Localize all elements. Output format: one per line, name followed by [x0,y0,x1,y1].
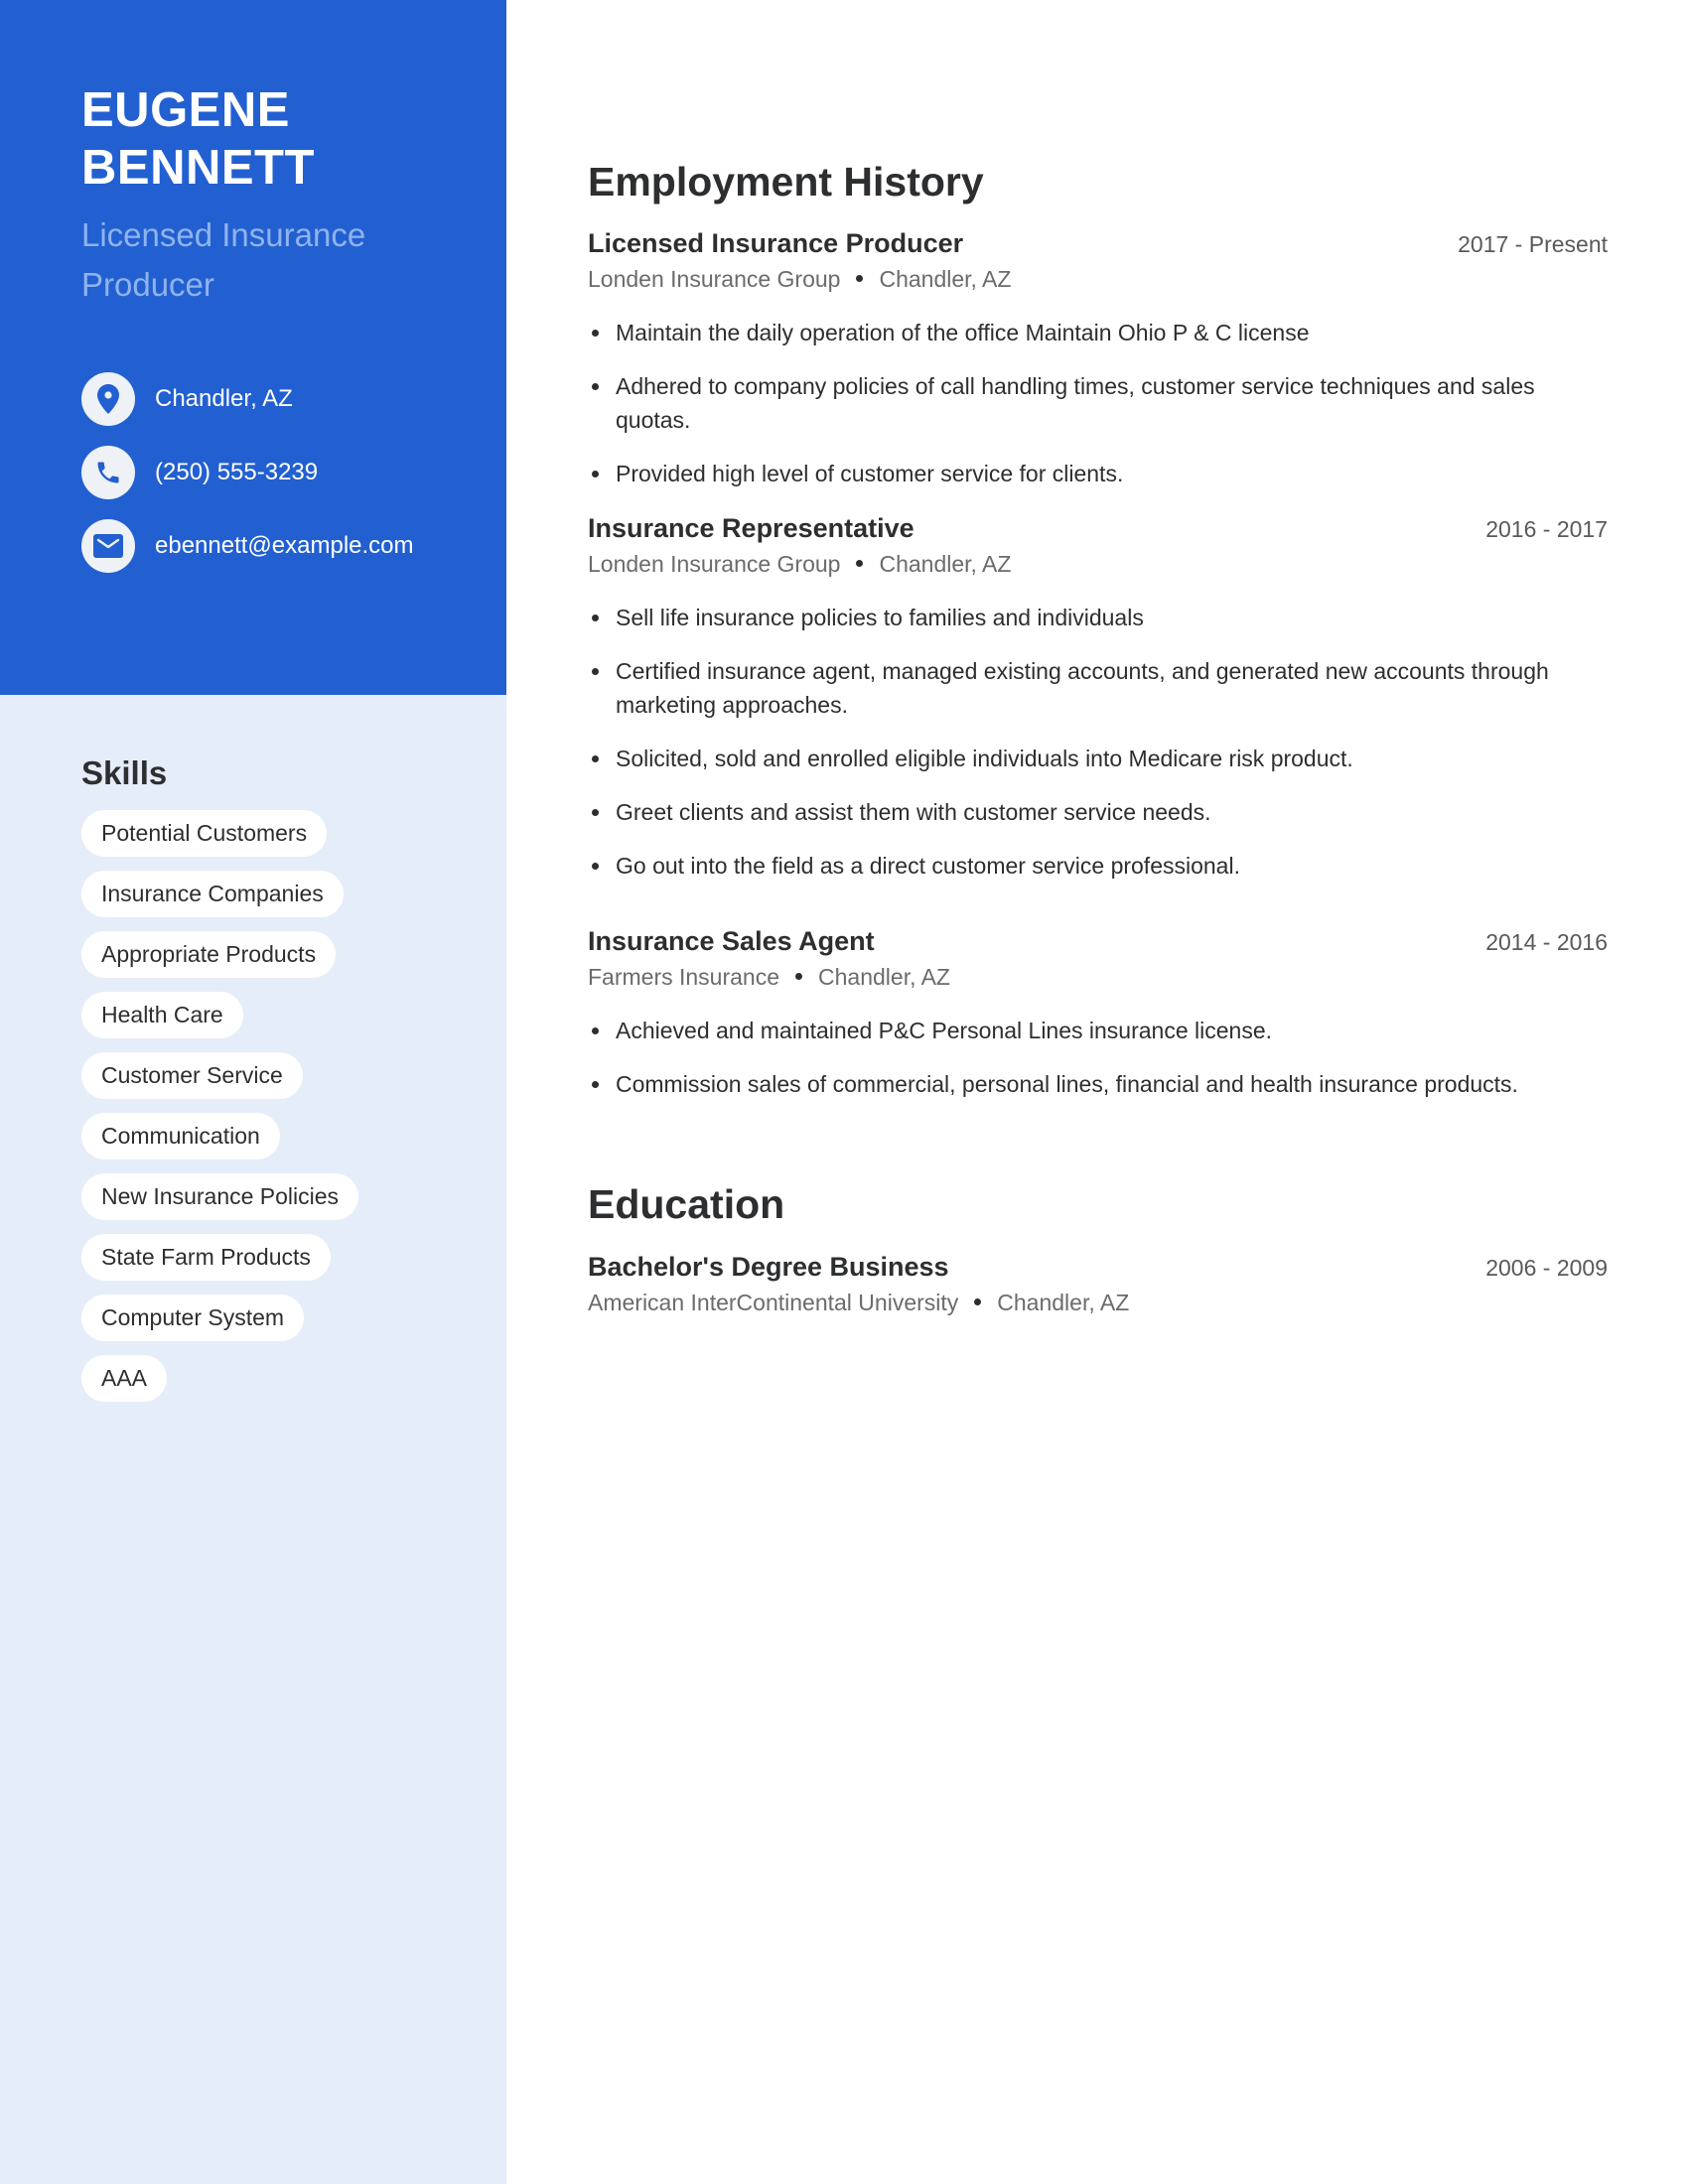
skill-pill: State Farm Products [81,1234,331,1281]
bullet-item: Certified insurance agent, managed exist… [588,654,1599,722]
bullet-item: Commission sales of commercial, personal… [588,1067,1599,1101]
job-company-line: Londen Insurance Group Chandler, AZ [588,551,1608,589]
separator-dot [856,560,864,568]
job-company: Farmers Insurance [588,964,780,990]
job-entry: Licensed Insurance Producer 2017 - Prese… [588,228,1608,510]
name-line-2: BENNETT [81,141,315,195]
bullet-item: Go out into the field as a direct custom… [588,849,1599,883]
job-company: Londen Insurance Group [588,551,841,577]
skill-pill: AAA [81,1355,168,1402]
education-school-line: American InterContinental University Chan… [588,1290,1608,1327]
name-line-1: EUGENE [81,83,290,137]
education-entry: Bachelor's Degree Business 2006 - 2009 A… [588,1252,1608,1327]
contact-phone: (250) 555-3239 [81,446,318,499]
skill-pill: Appropriate Products [81,931,337,978]
bullet-item: Achieved and maintained P&C Personal Lin… [588,1014,1599,1047]
school-location: Chandler, AZ [997,1290,1130,1315]
skills-list: Potential Customers Insurance Companies … [81,810,359,1416]
phone-icon [81,446,135,499]
job-location: Chandler, AZ [879,266,1012,292]
job-bullets: Maintain the daily operation of the offi… [588,316,1608,490]
job-title: Insurance Sales Agent [588,926,875,956]
job-company-line: Londen Insurance Group Chandler, AZ [588,266,1608,304]
location-text: Chandler, AZ [155,385,293,412]
job-entry: Insurance Representative 2016 - 2017 Lon… [588,513,1608,902]
employment-heading: Employment History [588,159,984,205]
job-dates: 2014 - 2016 [1485,929,1608,955]
school-name: American InterContinental University [588,1290,959,1315]
job-bullets: Sell life insurance policies to families… [588,601,1608,883]
job-bullets: Achieved and maintained P&C Personal Lin… [588,1014,1608,1101]
candidate-name: EUGENE BENNETT [81,81,479,197]
bullet-item: Solicited, sold and enrolled eligible in… [588,742,1599,775]
degree-title: Bachelor's Degree Business [588,1252,949,1282]
contact-location: Chandler, AZ [81,372,293,426]
job-title: Licensed Insurance Producer [588,228,964,258]
skill-pill: Computer System [81,1295,305,1341]
bullet-item: Adhered to company policies of call hand… [588,369,1599,437]
candidate-title: Licensed Insurance Producer [81,216,366,303]
bullet-item: Greet clients and assist them with custo… [588,795,1599,829]
skill-pill: Customer Service [81,1052,303,1099]
email-text: ebennett@example.com [155,532,414,559]
job-company: Londen Insurance Group [588,266,841,292]
skill-pill: Communication [81,1113,280,1160]
bullet-item: Maintain the daily operation of the offi… [588,316,1599,349]
job-title: Insurance Representative [588,513,914,543]
job-location: Chandler, AZ [818,964,950,990]
job-dates: 2016 - 2017 [1485,516,1608,542]
skill-pill: Potential Customers [81,810,328,857]
location-pin-icon [81,372,135,426]
bullet-item: Provided high level of customer service … [588,457,1599,490]
job-location: Chandler, AZ [879,551,1012,577]
separator-dot [856,275,864,283]
skill-pill: Health Care [81,992,243,1038]
skill-pill: New Insurance Policies [81,1173,359,1220]
skills-heading: Skills [81,754,168,791]
education-heading: Education [588,1181,785,1227]
envelope-icon [81,519,135,573]
job-dates: 2017 - Present [1458,231,1608,257]
separator-dot [795,973,803,981]
job-entry: Insurance Sales Agent 2014 - 2016 Farmer… [588,926,1608,1121]
bullet-item: Sell life insurance policies to families… [588,601,1599,634]
job-company-line: Farmers Insurance Chandler, AZ [588,964,1608,1002]
separator-dot [974,1298,982,1306]
education-dates: 2006 - 2009 [1485,1255,1608,1281]
contact-email: ebennett@example.com [81,519,414,573]
skill-pill: Insurance Companies [81,871,344,917]
phone-text: (250) 555-3239 [155,459,319,485]
